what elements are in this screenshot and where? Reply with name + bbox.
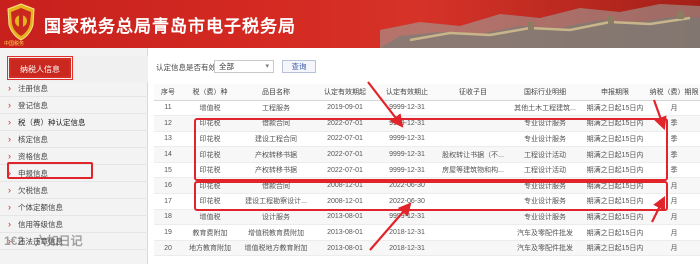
annotation-box-rows-12-15 [194,118,668,181]
col-header-valid-from: 认定有效期起 [314,84,376,101]
taxpayer-info-tab[interactable]: 纳税人信息 [7,56,73,80]
site-header: 中国税务 国家税务总局青岛市电子税务局 [0,0,700,48]
sidebar-item-assessment[interactable]: 核定信息 [0,131,148,148]
great-wall-banner [380,4,700,48]
cell-item-name: 增值税教育费附加 [238,224,314,241]
cell-industry: 汽车及零配件批发 [508,240,582,257]
cell-tax-type: 教育费附加 [182,224,238,241]
chevron-down-icon: ▾ [265,63,269,70]
col-header-period: 纳税（费）期限 [648,84,700,101]
validity-select-value: 全部 [219,62,234,71]
sidebar-item-credit-rating[interactable]: 信用等级信息 [0,216,148,233]
cell-index: 19 [154,224,182,241]
cell-period: 月 [648,224,700,241]
table-row[interactable]: 19 教育费附加 增值税教育费附加 2013-08-01 2018-12-31 … [154,224,700,241]
cell-tax-type: 增值税 [182,100,238,117]
cell-item-name: 设计服务 [238,209,314,226]
emblem-label: 中国税务 [4,41,25,47]
cell-sub-item [438,209,508,226]
cell-index: 12 [154,115,182,132]
col-header-tax-type: 税（费）种 [182,84,238,101]
cell-index: 16 [154,177,182,195]
cell-index: 13 [154,131,182,148]
cell-filing-deadline: 期满之日起15日内 [582,224,648,241]
site-title: 国家税务总局青岛市电子税务局 [44,17,296,36]
cell-valid-to: 9999-12-31 [376,209,438,226]
col-header-industry: 国标行业明细 [508,84,582,101]
cell-valid-from: 2013-08-01 [314,240,376,257]
sidebar-item-fixed-quota[interactable]: 个体定额信息 [0,199,148,216]
sidebar-item-registration[interactable]: 注册信息 [0,80,148,97]
sidebar-item-tax-type-determination[interactable]: 税（费）种认定信息 [0,114,148,131]
cell-item-name: 工程服务 [238,100,314,117]
cell-industry: 汽车及零配件批发 [508,224,582,241]
tax-emblem-icon [7,3,35,41]
cell-sub-item [438,224,508,241]
cell-valid-to: 2018-12-31 [376,240,438,257]
cell-period: 月 [648,209,700,226]
cell-valid-from: 2013-08-01 [314,224,376,241]
cell-valid-from: 2019-09-01 [314,100,376,117]
cell-index: 20 [154,240,182,257]
col-header-item-name: 品目名称 [238,84,314,101]
table-header-row: 序号 税（费）种 品目名称 认定有效期起 认定有效期止 征收子目 国标行业明细 … [154,84,700,101]
cell-sub-item [438,240,508,257]
cell-valid-to: 9999-12-31 [376,100,438,117]
cell-filing-deadline: 期满之日起15日内 [582,209,648,226]
cell-item-name: 增值税地方教育附加 [238,240,314,257]
cell-tax-type: 增值税 [182,209,238,226]
query-button[interactable]: 查询 [282,60,316,73]
cell-period: 月 [648,240,700,257]
cell-industry: 其他土木工程建筑... [508,100,582,117]
cell-index: 15 [154,162,182,179]
watermark: 1€2 · 六如日记 [4,234,83,248]
cell-tax-type: 地方教育附加 [182,240,238,257]
cell-period: 月 [648,100,700,117]
cell-index: 17 [154,193,182,210]
col-header-valid-to: 认定有效期止 [376,84,438,101]
cell-index: 14 [154,146,182,163]
col-header-filing-deadline: 申报期限 [582,84,648,101]
annotation-box-rows-16-17 [194,181,668,211]
cell-index: 18 [154,209,182,226]
cell-index: 11 [154,100,182,117]
col-header-index: 序号 [154,84,182,101]
cell-valid-from: 2013-08-01 [314,209,376,226]
filter-label: 认定信息是否有效: [156,63,219,72]
cell-valid-to: 2018-12-31 [376,224,438,241]
sidebar-item-arrears[interactable]: 欠税信息 [0,182,148,199]
col-header-sub-item: 征收子目 [438,84,508,101]
cell-filing-deadline: 期满之日起15日内 [582,240,648,257]
table-row[interactable]: 11 增值税 工程服务 2019-09-01 9999-12-31 其他土木工程… [154,100,700,117]
validity-select[interactable]: 全部 ▾ [214,60,274,73]
table-row[interactable]: 20 地方教育附加 增值税地方教育附加 2013-08-01 2018-12-3… [154,240,700,257]
sidebar-item-enrollment[interactable]: 登记信息 [0,97,148,114]
table-row[interactable]: 18 增值税 设计服务 2013-08-01 9999-12-31 专业设计服务… [154,209,700,226]
annotation-box-sidebar [7,162,93,179]
cell-industry: 专业设计服务 [508,209,582,226]
cell-sub-item [438,100,508,117]
cell-filing-deadline: 期满之日起15日内 [582,100,648,117]
